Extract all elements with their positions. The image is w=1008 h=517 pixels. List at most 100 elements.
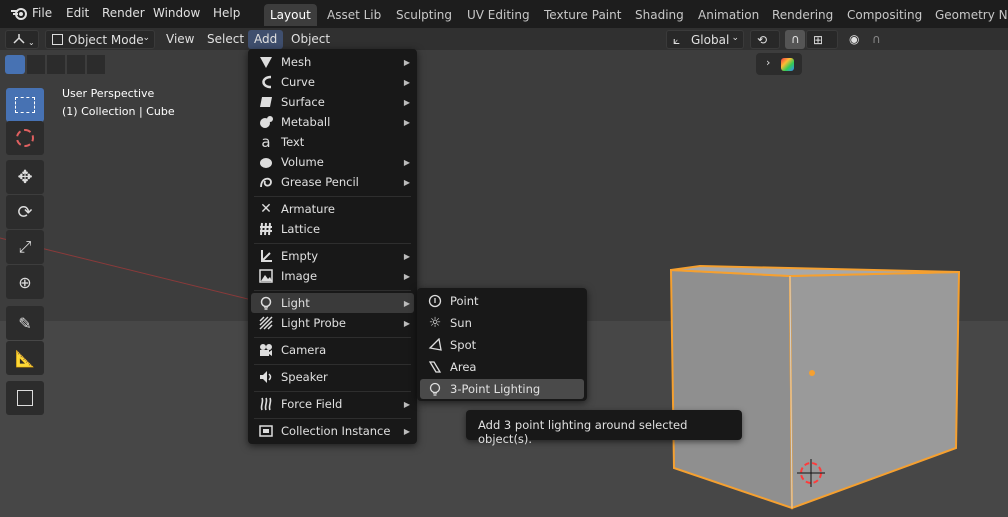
tab-shading[interactable]: Shading — [629, 4, 690, 26]
tab-uv-editing[interactable]: UV Editing — [461, 4, 536, 26]
menu-item-volume[interactable]: Volume ▶ — [251, 152, 414, 172]
menu-item-metaball[interactable]: Metaball ▶ — [251, 112, 414, 132]
rotate-tool[interactable]: ⟳ — [6, 195, 44, 229]
select-subtract-icon[interactable] — [47, 55, 65, 74]
menu-item-area-light[interactable]: Area — [420, 357, 584, 377]
lattice-icon — [257, 221, 275, 237]
spot-light-icon — [426, 337, 444, 353]
menu-item-grease-pencil[interactable]: Grease Pencil ▶ — [251, 172, 414, 192]
add-menu[interactable]: Add — [248, 30, 284, 49]
menu-help[interactable]: Help — [213, 6, 240, 20]
menu-item-point-light[interactable]: Point — [420, 291, 584, 311]
snap-grid-icon: ⊞ — [813, 33, 824, 47]
menu-item-sun-light[interactable]: ☼ Sun — [420, 313, 584, 333]
menu-separator — [254, 391, 411, 392]
menu-window[interactable]: Window — [153, 6, 200, 20]
3d-viewport[interactable]: ✥ ⟳ ⤢ ⊕ ✎ 📐 User Perspective (1) Collect… — [0, 50, 1008, 517]
annotate-tool[interactable]: ✎ — [6, 306, 44, 340]
menu-item-armature[interactable]: ✕ Armature — [251, 199, 414, 219]
snap-toggle[interactable]: ∩ — [785, 30, 805, 49]
sidebar-toggle[interactable]: › — [756, 53, 802, 75]
mode-label: Object Mode — [68, 33, 144, 47]
select-new-icon[interactable] — [5, 55, 25, 74]
gizmo-color-icon — [781, 58, 794, 71]
move-tool[interactable]: ✥ — [6, 160, 44, 194]
tab-animation[interactable]: Animation — [692, 4, 765, 26]
text-icon: a — [261, 133, 271, 151]
menu-item-light[interactable]: Light ▶ — [251, 293, 414, 313]
menu-render[interactable]: Render — [102, 6, 145, 20]
tab-compositing[interactable]: Compositing — [841, 4, 928, 26]
select-invert-icon[interactable] — [67, 55, 85, 74]
tab-geometry-nodes[interactable]: Geometry Nod — [929, 4, 1008, 26]
tab-layout[interactable]: Layout — [264, 4, 317, 26]
object-menu[interactable]: Object — [285, 30, 336, 49]
falloff-curve-icon: ∩ — [872, 32, 881, 46]
point-light-icon — [426, 293, 444, 309]
menu-item-text[interactable]: a Text — [251, 132, 414, 152]
three-point-lighting-icon — [426, 381, 444, 397]
transform-tool[interactable]: ⊕ — [6, 265, 44, 299]
light-icon — [257, 295, 275, 311]
add-cube-tool[interactable] — [6, 381, 44, 415]
menu-item-lattice[interactable]: Lattice — [251, 219, 414, 239]
menu-item-image[interactable]: Image ▶ — [251, 266, 414, 286]
view-menu[interactable]: View — [160, 30, 200, 49]
add-menu-dropdown: Mesh ▶ Curve ▶ Surface ▶ Metaball ▶ a Text V… — [248, 49, 417, 444]
menu-item-three-point-lighting[interactable]: 3-Point Lighting — [420, 379, 584, 399]
select-extend-icon[interactable] — [27, 55, 45, 74]
view-perspective-label: User Perspective — [62, 87, 155, 100]
scale-icon: ⤢ — [18, 237, 32, 256]
light-submenu: Point ☼ Sun Spot Area 3-Point Lighting — [417, 288, 587, 401]
metaball-icon — [257, 114, 275, 130]
menu-item-collection-instance[interactable]: Collection Instance ▶ — [251, 421, 414, 441]
menu-item-surface[interactable]: Surface ▶ — [251, 92, 414, 112]
editor-type-button[interactable]: ⌄ — [5, 30, 39, 49]
object-origin — [809, 370, 815, 376]
measure-icon: 📐 — [15, 348, 35, 368]
chevron-right-icon: › — [766, 56, 771, 69]
object-mode-icon — [52, 34, 63, 45]
tab-rendering[interactable]: Rendering — [766, 4, 839, 26]
cursor-tool[interactable] — [6, 121, 44, 155]
tab-sculpting[interactable]: Sculpting — [390, 4, 458, 26]
menu-item-spot-light[interactable]: Spot — [420, 335, 584, 355]
menu-item-force-field[interactable]: Force Field ▶ — [251, 394, 414, 414]
measure-tool[interactable]: 📐 — [6, 341, 44, 375]
orientation-label: Global — [691, 33, 730, 47]
menu-item-light-probe[interactable]: Light Probe ▶ — [251, 313, 414, 333]
proportional-edit-toggle[interactable]: ◉ — [843, 30, 863, 49]
pivot-point-dropdown[interactable]: ⟲ — [750, 30, 780, 49]
blender-logo-icon[interactable] — [10, 5, 28, 24]
menu-item-curve[interactable]: Curve ▶ — [251, 72, 414, 92]
cube-left-face — [669, 268, 794, 510]
viewport-header: ⌄ Object Mode ⌄ View Select Add Object ⟀ G… — [0, 28, 1008, 50]
collection-instance-icon — [257, 423, 275, 439]
select-box-tool[interactable] — [6, 88, 44, 122]
select-menu[interactable]: Select — [201, 30, 250, 49]
menu-item-mesh[interactable]: Mesh ▶ — [251, 52, 414, 72]
scale-tool[interactable]: ⤢ — [6, 230, 44, 264]
select-intersect-icon[interactable] — [87, 55, 105, 74]
cursor-icon — [16, 129, 34, 147]
grease-pencil-icon — [257, 174, 275, 190]
menu-file[interactable]: File — [32, 6, 52, 20]
orientation-icon: ⟀ — [673, 33, 681, 47]
pivot-icon: ⟲ — [757, 33, 768, 47]
curve-icon — [257, 74, 275, 90]
add-cube-icon — [17, 390, 33, 406]
mesh-icon — [257, 54, 275, 70]
falloff-dropdown[interactable]: ∩ — [866, 30, 892, 49]
menu-item-camera[interactable]: Camera — [251, 340, 414, 360]
menu-item-empty[interactable]: Empty ▶ — [251, 246, 414, 266]
menu-item-speaker[interactable]: Speaker — [251, 367, 414, 387]
mode-dropdown[interactable]: Object Mode ⌄ — [45, 30, 155, 49]
tab-texture-paint[interactable]: Texture Paint — [538, 4, 627, 26]
tab-asset-lib[interactable]: Asset Lib — [321, 4, 387, 26]
transform-orientation-dropdown[interactable]: ⟀ Global ⌄ — [666, 30, 744, 49]
empty-icon — [257, 248, 275, 264]
snap-target-dropdown[interactable]: ⊞ — [806, 30, 838, 49]
tooltip: Add 3 point lighting around selected obj… — [466, 410, 742, 446]
menu-edit[interactable]: Edit — [66, 6, 89, 20]
force-field-icon — [257, 396, 275, 412]
